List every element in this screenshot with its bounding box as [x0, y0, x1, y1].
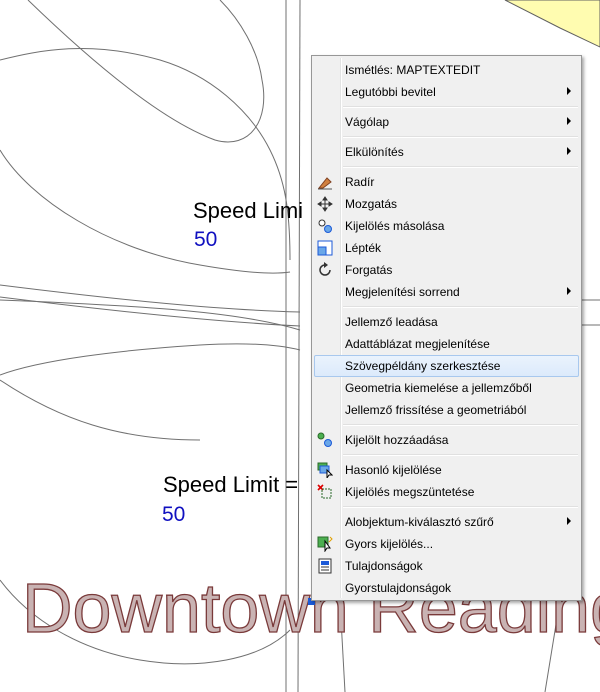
submenu-arrow-icon	[567, 117, 571, 125]
menu-item-label: Gyors kijelölés...	[345, 537, 434, 551]
menu-item-label: Szövegpéldány szerkesztése	[345, 359, 501, 373]
menu-item-label: Ismétlés: MAPTEXTEDIT	[345, 63, 481, 77]
quick-select-icon	[317, 536, 333, 553]
menu-item-label: Jellemző frissítése a geometriából	[345, 403, 527, 417]
properties-icon	[317, 558, 333, 574]
menu-item-gyors-kijeloles[interactable]: Gyors kijelölés...	[314, 533, 579, 555]
map-label-speed-limit: Speed Limit =	[163, 472, 299, 497]
select-similar-icon	[317, 462, 334, 480]
menu-item-label: Adattáblázat megjelenítése	[345, 337, 490, 351]
menu-item-kijeloles-megszuntetese[interactable]: Kijelölés megszüntetése	[314, 481, 579, 503]
menu-separator	[343, 306, 578, 308]
menu-separator	[343, 454, 578, 456]
rotate-icon	[317, 262, 333, 278]
submenu-arrow-icon	[567, 87, 571, 95]
menu-item-geometria-kiemelese-a-jellemzobol[interactable]: Geometria kiemelése a jellemzőből	[314, 377, 579, 399]
menu-item-ismetles-maptextedit[interactable]: Ismétlés: MAPTEXTEDIT	[314, 59, 579, 81]
context-menu: Ismétlés: MAPTEXTEDIT Legutóbbi bevitel Vá…	[311, 55, 582, 601]
menu-item-gyorstulajdonsagok[interactable]: Gyorstulajdonságok	[314, 577, 579, 599]
menu-separator	[343, 424, 578, 426]
menu-item-label: Jellemző leadása	[345, 315, 438, 329]
menu-item-label: Mozgatás	[345, 197, 398, 211]
menu-item-label: Megjelenítési sorrend	[345, 285, 460, 299]
menu-item-label: Geometria kiemelése a jellemzőből	[345, 381, 532, 395]
menu-item-forgatas[interactable]: Forgatás	[314, 259, 579, 281]
deselect-icon	[317, 484, 333, 500]
copy-selection-icon	[317, 218, 333, 234]
menu-item-legutobbi-bevitel[interactable]: Legutóbbi bevitel	[314, 81, 579, 103]
map-road-curve	[0, 379, 201, 441]
map-label-speed-value: 50	[194, 228, 218, 251]
map-parcel	[504, 0, 600, 48]
menu-item-szovegpeldany-szerkesztese[interactable]: Szövegpéldány szerkesztése	[314, 355, 579, 377]
menu-item-megjelenitesi-sorrend[interactable]: Megjelenítési sorrend	[314, 281, 579, 303]
menu-item-label: Kijelölt hozzáadása	[345, 433, 449, 447]
menu-item-radir[interactable]: Radír	[314, 171, 579, 193]
menu-item-jellemzo-leadasa[interactable]: Jellemző leadása	[314, 311, 579, 333]
submenu-arrow-icon	[567, 517, 571, 525]
menu-item-mozgatas[interactable]: Mozgatás	[314, 193, 579, 215]
menu-item-jellemzo-frissitese-a-geometriabol[interactable]: Jellemző frissítése a geometriából	[314, 399, 579, 421]
menu-item-kijeloles-masolasa[interactable]: Kijelölés másolása	[314, 215, 579, 237]
map-road-line	[0, 299, 301, 331]
menu-item-elkulonites[interactable]: Elkülönítés	[314, 141, 579, 163]
menu-item-label: Tulajdonságok	[345, 559, 423, 573]
menu-item-alobjektum-kivalaszto-szuro[interactable]: Alobjektum-kiválasztó szűrő	[314, 511, 579, 533]
menu-item-label: Elkülönítés	[345, 145, 404, 159]
menu-separator	[343, 166, 578, 168]
submenu-arrow-icon	[567, 147, 571, 155]
submenu-arrow-icon	[567, 287, 571, 295]
menu-item-tulajdonsagok[interactable]: Tulajdonságok	[314, 555, 579, 577]
menu-item-label: Kijelölés másolása	[345, 219, 445, 233]
menu-item-label: Hasonló kijelölése	[345, 463, 442, 477]
eraser-icon	[317, 174, 333, 190]
menu-item-vagolap[interactable]: Vágólap	[314, 111, 579, 133]
map-road-curve	[0, 343, 301, 376]
move-icon	[317, 196, 333, 212]
menu-separator	[343, 106, 578, 108]
menu-item-label: Lépték	[345, 241, 382, 255]
menu-item-adattablazat-megjelenitese[interactable]: Adattáblázat megjelenítése	[314, 333, 579, 355]
menu-item-label: Vágólap	[345, 115, 390, 129]
map-label-speed-value: 50	[162, 503, 186, 526]
menu-item-label: Radír	[345, 175, 375, 189]
menu-item-leptek[interactable]: Lépték	[314, 237, 579, 259]
menu-item-label: Kijelölés megszüntetése	[345, 485, 475, 499]
menu-item-label: Gyorstulajdonságok	[345, 581, 452, 595]
menu-item-hasonlo-kijelolese[interactable]: Hasonló kijelölése	[314, 459, 579, 481]
menu-item-kijelolt-hozzaadasa[interactable]: Kijelölt hozzáadása	[314, 429, 579, 451]
menu-item-label: Legutóbbi bevitel	[345, 85, 436, 99]
map-label-speed-limit: Speed Limi	[193, 198, 304, 223]
menu-item-label: Forgatás	[345, 263, 393, 277]
map-road-curve	[27, 0, 265, 143]
map-road-curve	[0, 48, 291, 261]
add-selected-icon	[317, 432, 333, 448]
menu-separator	[343, 136, 578, 138]
menu-item-label: Alobjektum-kiválasztó szűrő	[345, 515, 494, 529]
menu-separator	[343, 506, 578, 508]
scale-icon	[317, 240, 333, 256]
